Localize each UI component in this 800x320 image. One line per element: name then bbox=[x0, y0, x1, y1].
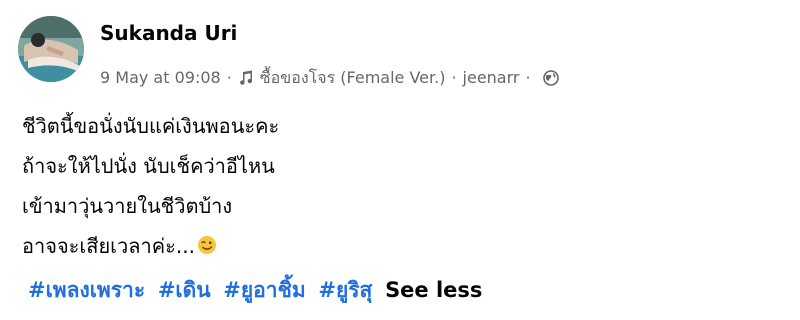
avatar[interactable] bbox=[18, 16, 84, 82]
post-text-line: เข้ามาวุ่นวายในชีวิตบ้าง bbox=[22, 194, 233, 218]
author-name[interactable]: Sukanda Uri bbox=[100, 21, 237, 45]
hashtag-link[interactable]: #เดิน bbox=[158, 278, 211, 302]
music-note-icon bbox=[238, 70, 254, 86]
post-text-line: อาจจะเสียเวลาค่ะ... bbox=[22, 234, 195, 258]
post-header: Sukanda Uri 9 May at 09:08 · ซื้อของโจร … bbox=[18, 16, 788, 87]
post-text-line: ชีวิตนี้ขอนั่งนับแค่เงินพอนะคะ bbox=[22, 114, 280, 138]
artist-name[interactable]: jeenarr bbox=[463, 68, 520, 88]
post-text: ชีวิตนี้ขอนั่งนับแค่เงินพอนะคะ ถ้าจะให้ไ… bbox=[22, 106, 782, 268]
post-text-line-with-emoji: อาจจะเสียเวลาค่ะ... bbox=[22, 226, 782, 268]
meta-separator: · bbox=[226, 68, 232, 87]
hashtag-link[interactable]: #เพลงเพราะ bbox=[28, 278, 145, 302]
hashtag-link[interactable]: #ยูริสุ bbox=[318, 278, 372, 302]
globe-icon[interactable] bbox=[542, 70, 559, 86]
post-meta: 9 May at 09:08 · ซื้อของโจร (Female Ver.… bbox=[100, 68, 559, 88]
song-title[interactable]: ซื้อของโจร (Female Ver.) bbox=[260, 68, 446, 88]
winking-face-emoji bbox=[197, 228, 217, 268]
avatar-photo bbox=[18, 16, 84, 82]
meta-separator: · bbox=[525, 68, 531, 87]
meta-separator: · bbox=[451, 68, 457, 87]
post-text-line: ถ้าจะให้ไปนั่ง นับเช็คว่าอีไหน bbox=[22, 154, 275, 178]
hashtag-row: #เพลงเพราะ #เดิน #ยูอาชิ้ม #ยูริสุ See l… bbox=[28, 270, 482, 310]
see-less-button[interactable]: See less bbox=[385, 278, 482, 302]
post-timestamp[interactable]: 9 May at 09:08 bbox=[100, 68, 221, 88]
hashtag-link[interactable]: #ยูอาชิ้ม bbox=[223, 278, 305, 302]
